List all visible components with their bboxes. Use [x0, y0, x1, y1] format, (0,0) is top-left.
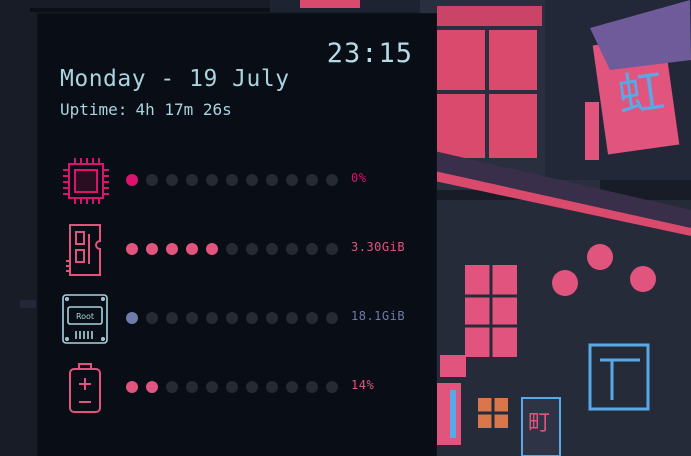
battery-level-dot [146, 381, 158, 393]
disk-level-dot [326, 312, 338, 324]
memory-level-dot [186, 243, 198, 255]
svg-text:町: 町 [528, 411, 550, 436]
memory-value: 3.30GiB [351, 240, 406, 254]
battery-value: 14% [351, 378, 375, 392]
disk-level-dot [246, 312, 258, 324]
memory-level-dot [166, 243, 178, 255]
cpu-level-dot [226, 174, 238, 186]
battery-row: 14% [58, 360, 428, 416]
memory-level-dot [226, 243, 238, 255]
memory-level-dot [326, 243, 338, 255]
cpu-level-dot [126, 174, 138, 186]
uptime-line: Uptime: 4h 17m 26s [60, 100, 232, 119]
memory-level-dot [286, 243, 298, 255]
cpu-level-dot [246, 174, 258, 186]
memory-level-dot [246, 243, 258, 255]
cpu-row: 0% [58, 153, 428, 209]
uptime-seconds: 26s [202, 100, 232, 119]
system-monitor-widget: 23:15 Monday - 19 July Uptime: 4h 17m 26s… [38, 14, 436, 456]
battery-level-dot [306, 381, 318, 393]
battery-level-dot [226, 381, 238, 393]
memory-level-dot [306, 243, 318, 255]
battery-level-dot [326, 381, 338, 393]
disk-level-dot [126, 312, 138, 324]
battery-level-dot [126, 381, 138, 393]
disk-level-dot [166, 312, 178, 324]
cpu-level-dot [166, 174, 178, 186]
hard-disk-icon: Root [62, 294, 108, 344]
date-label: Monday - 19 July [60, 66, 290, 92]
disk-value: 18.1GiB [351, 309, 406, 323]
cpu-level-dot [306, 174, 318, 186]
battery-icon [69, 363, 101, 413]
cpu-chip-icon [63, 158, 109, 204]
ram-stick-icon [66, 224, 101, 276]
cpu-level-dot [286, 174, 298, 186]
uptime-label: Uptime: [60, 100, 128, 119]
disk-label: Root [76, 312, 94, 321]
svg-text:虹: 虹 [614, 63, 667, 123]
memory-row: 3.30GiB [58, 222, 428, 278]
disk-level-dot [286, 312, 298, 324]
cpu-value: 0% [351, 171, 367, 185]
disk-level-dot [266, 312, 278, 324]
disk-level-dot [226, 312, 238, 324]
disk-level-dot [206, 312, 218, 324]
disk-row: Root 18.1GiB [58, 291, 428, 347]
battery-level-dot [206, 381, 218, 393]
disk-level-dot [306, 312, 318, 324]
memory-level-dot [206, 243, 218, 255]
cpu-level-dot [206, 174, 218, 186]
uptime-minutes: 17m [164, 100, 194, 119]
disk-level-dot [146, 312, 158, 324]
cpu-level-dot [266, 174, 278, 186]
battery-level-dot [166, 381, 178, 393]
memory-level-dot [146, 243, 158, 255]
panel-top-edge [30, 8, 270, 12]
battery-level-dot [266, 381, 278, 393]
cpu-level-dot [186, 174, 198, 186]
uptime-hours: 4h [135, 100, 155, 119]
memory-level-dot [126, 243, 138, 255]
battery-level-dot [246, 381, 258, 393]
memory-level-dot [266, 243, 278, 255]
battery-level-dot [286, 381, 298, 393]
clock: 23:15 [326, 38, 413, 69]
battery-level-dot [186, 381, 198, 393]
cpu-level-dot [146, 174, 158, 186]
disk-level-dot [186, 312, 198, 324]
cpu-level-dot [326, 174, 338, 186]
